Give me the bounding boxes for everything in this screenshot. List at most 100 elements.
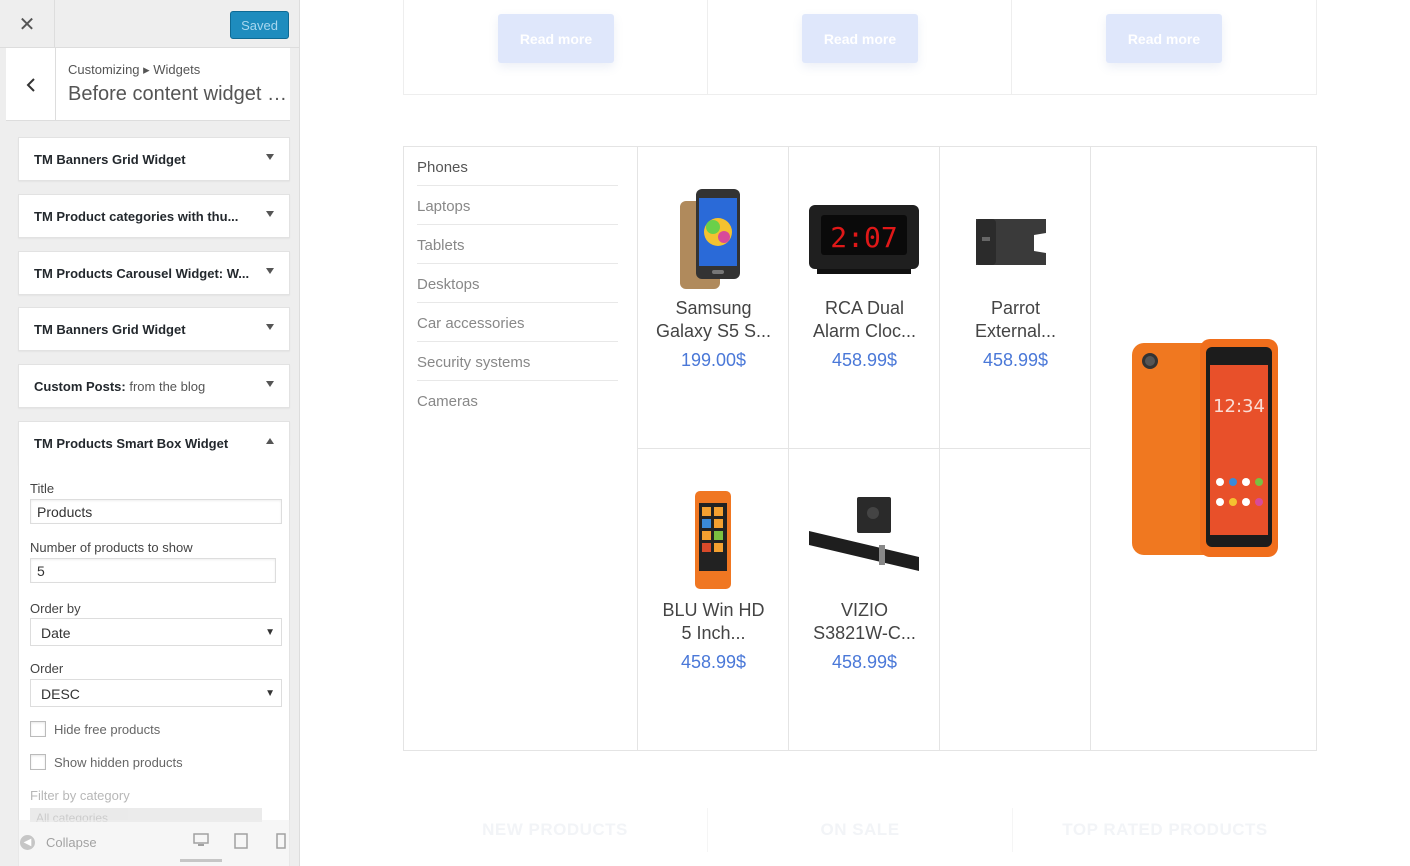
widget-custom-posts[interactable]: Custom Posts: from the blog (18, 364, 290, 408)
order-label: Order (30, 661, 64, 676)
expand-arrow-icon[interactable] (266, 154, 274, 160)
expand-arrow-icon[interactable] (266, 211, 274, 217)
post-card: Read more (708, 0, 1012, 94)
widget-title: TM Banners Grid Widget (34, 152, 186, 167)
product-name[interactable]: Parrot External... (952, 297, 1079, 343)
featured-phone-image: 12:34 (1132, 339, 1278, 557)
page-title: Before content widget a... (68, 83, 293, 105)
widget-products-carousel[interactable]: TM Products Carousel Widget: W... (18, 251, 290, 295)
title-field[interactable] (30, 499, 282, 524)
collapse-icon[interactable]: ◀ (20, 835, 35, 850)
site-preview: Read more Read more Read more Phones Lap… (300, 0, 1410, 866)
post-card: Read more (404, 0, 708, 94)
product-card[interactable]: Samsung Galaxy S5 S... 199.00$ (638, 147, 789, 449)
expand-arrow-icon[interactable] (266, 381, 274, 387)
samsung-phone-image (680, 189, 740, 289)
smart-box-widget-form: Title Number of products to show Order b… (18, 464, 290, 866)
order-value: DESC (41, 686, 80, 702)
caret-down-icon: ▼ (265, 627, 275, 638)
category-item[interactable]: Security systems (417, 342, 618, 381)
widget-title: Custom Posts: from the blog (34, 379, 206, 394)
title-label: Title (30, 481, 55, 496)
show-hidden-label: Show hidden products (54, 754, 183, 770)
filter-category-label: Filter by category (30, 788, 130, 803)
saved-button[interactable]: Saved (230, 11, 289, 39)
customizer-sidebar: ✕ Saved Customizing ▸ Widgets Before con… (0, 0, 300, 866)
featured-product[interactable]: 12:34 (1090, 147, 1316, 750)
products-smart-box: Phones Laptops Tablets Desktops Car acce… (403, 146, 1317, 751)
category-item[interactable]: Car accessories (417, 303, 618, 342)
desktop-preview-icon[interactable] (180, 833, 222, 862)
read-more-button[interactable]: Read more (498, 14, 614, 63)
product-name[interactable]: BLU Win HD 5 Inch... (650, 599, 777, 645)
tab-top-rated[interactable]: TOP RATED PRODUCTS (1013, 808, 1317, 852)
product-price: 458.99$ (831, 350, 898, 370)
expand-arrow-icon[interactable] (266, 268, 274, 274)
widget-title: TM Product categories with thu... (34, 209, 239, 224)
back-button[interactable] (6, 48, 56, 121)
order-by-value: Date (41, 625, 71, 641)
widget-product-categories[interactable]: TM Product categories with thu... (18, 194, 290, 238)
widget-banners-grid-2[interactable]: TM Banners Grid Widget (18, 307, 290, 351)
product-card[interactable]: VIZIO S3821W-C... 458.99$ (789, 449, 940, 751)
collapse-arrow-icon[interactable] (266, 438, 274, 444)
widget-smart-box[interactable]: TM Products Smart Box Widget (18, 421, 290, 465)
alarm-clock-image: 2:07 (809, 205, 919, 274)
hide-free-label: Hide free products (54, 721, 161, 737)
mobile-preview-icon[interactable] (276, 833, 286, 853)
widget-title: TM Banners Grid Widget (34, 322, 186, 337)
product-card[interactable]: 2:07 RCA Dual Alarm Cloc... 458.99$ (789, 147, 940, 449)
product-tabs: NEW PRODUCTS ON SALE TOP RATED PRODUCTS (403, 808, 1317, 852)
chevron-left-icon (26, 77, 35, 92)
blu-phone-image (695, 491, 731, 589)
empty-product-cell (940, 449, 1091, 751)
show-hidden-checkbox[interactable] (30, 754, 46, 770)
soundbar-image (809, 497, 919, 571)
order-by-select[interactable]: Date ▼ (30, 618, 282, 646)
order-select[interactable]: DESC ▼ (30, 679, 282, 707)
tab-on-sale[interactable]: ON SALE (708, 808, 1013, 852)
read-more-button[interactable]: Read more (1106, 14, 1222, 63)
category-item[interactable]: Phones (417, 147, 618, 186)
category-item[interactable]: Laptops (417, 186, 618, 225)
hide-free-checkbox[interactable] (30, 721, 46, 737)
order-by-label: Order by (30, 601, 81, 616)
read-more-button[interactable]: Read more (802, 14, 918, 63)
category-item[interactable]: Cameras (417, 381, 618, 420)
product-price: 458.99$ (831, 652, 898, 672)
count-label: Number of products to show (30, 540, 193, 555)
product-name[interactable]: RCA Dual Alarm Cloc... (801, 297, 928, 343)
widget-title: TM Products Smart Box Widget (34, 436, 229, 451)
parrot-device-image (976, 219, 1046, 265)
hide-free-row: Hide free products (30, 721, 160, 737)
product-card[interactable]: BLU Win HD 5 Inch... 458.99$ (638, 449, 789, 751)
products-count-field[interactable] (30, 558, 276, 583)
tablet-preview-icon[interactable] (234, 833, 248, 853)
product-name[interactable]: Samsung Galaxy S5 S... (650, 297, 777, 343)
customizer-footer: ◀ Collapse (0, 820, 299, 866)
caret-down-icon: ▼ (265, 688, 275, 699)
close-customizer-button[interactable]: ✕ (0, 0, 55, 48)
category-item[interactable]: Desktops (417, 264, 618, 303)
show-hidden-row: Show hidden products (30, 754, 183, 770)
breadcrumb: Customizing ▸ Widgets (68, 62, 201, 77)
product-price: 199.00$ (680, 350, 747, 370)
collapse-button[interactable]: Collapse (46, 835, 97, 850)
product-price: 458.99$ (680, 652, 747, 672)
expand-arrow-icon[interactable] (266, 324, 274, 330)
tab-new-products[interactable]: NEW PRODUCTS (403, 808, 708, 852)
svg-text:12:34: 12:34 (1213, 396, 1265, 417)
product-card[interactable]: Parrot External... 458.99$ (940, 147, 1091, 449)
post-card: Read more (1012, 0, 1316, 94)
product-name[interactable]: VIZIO S3821W-C... (801, 599, 928, 645)
widget-banners-grid-1[interactable]: TM Banners Grid Widget (18, 137, 290, 181)
product-price: 458.99$ (982, 350, 1049, 370)
category-item[interactable]: Tablets (417, 225, 618, 264)
category-list: Phones Laptops Tablets Desktops Car acce… (404, 147, 638, 750)
blog-posts-row: Read more Read more Read more (403, 0, 1317, 95)
close-icon: ✕ (18, 13, 36, 36)
widget-title: TM Products Carousel Widget: W... (34, 266, 250, 281)
customizer-header: ✕ Saved (0, 0, 299, 48)
panel-title-section: Customizing ▸ Widgets Before content wid… (6, 48, 293, 121)
svg-text:2:07: 2:07 (830, 221, 897, 254)
